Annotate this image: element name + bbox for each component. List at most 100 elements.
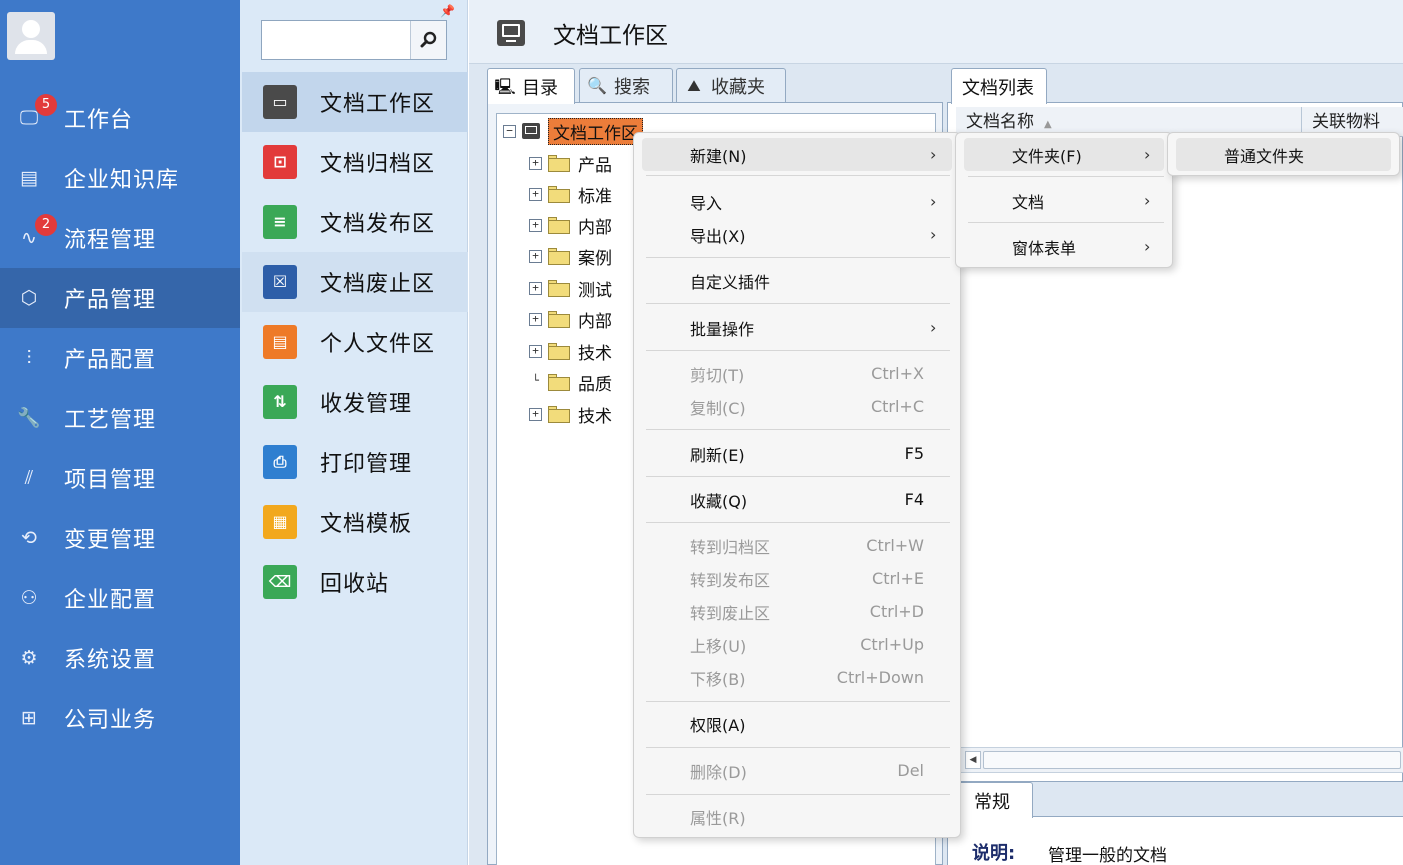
menu-item-label: 刷新(E) — [690, 445, 745, 465]
search-input[interactable] — [262, 21, 410, 59]
folder-icon — [548, 279, 570, 297]
grid-icon: ⊞ — [21, 706, 37, 729]
expand-icon[interactable]: + — [529, 281, 542, 295]
tree-node-label: 技术 — [578, 406, 612, 427]
monitor-icon — [497, 20, 525, 46]
nav-item-product[interactable]: ⬡ 产品管理 — [0, 268, 240, 328]
avatar[interactable] — [7, 12, 55, 60]
nav-item-project[interactable]: ⫽ 项目管理 — [0, 448, 240, 508]
menu-item-batch[interactable]: 批量操作 › — [642, 311, 952, 344]
page-header: 文档工作区 — [469, 0, 1403, 64]
subnav-item-template[interactable]: ▦ 文档模板 — [242, 492, 468, 552]
menu-separator — [646, 429, 950, 430]
tree-node[interactable]: + 技术 — [529, 400, 612, 428]
menu-item-label: 删除(D) — [690, 762, 747, 782]
nav-item-enterprise-config[interactable]: ⚇ 企业配置 — [0, 568, 240, 628]
menu-item-to-abolish[interactable]: 转到废止区 Ctrl+D — [642, 595, 952, 628]
tree-node[interactable]: + 内部 — [529, 211, 612, 239]
folder-icon — [548, 185, 570, 203]
favorites-icon: ⛰ — [687, 75, 701, 95]
menu-item-new-document[interactable]: 文档 › — [964, 184, 1164, 217]
tree-node[interactable]: + 技术 — [529, 337, 612, 365]
subnav-item-publish[interactable]: ≡ 文档发布区 — [242, 192, 468, 252]
tab-document-list[interactable]: 文档列表 — [951, 68, 1047, 104]
menu-item-new[interactable]: 新建(N) › — [642, 138, 952, 171]
tree-node-label: 技术 — [578, 343, 612, 364]
menu-item-refresh[interactable]: 刷新(E) F5 — [642, 437, 952, 470]
nav-item-process-tech[interactable]: 🔧 工艺管理 — [0, 388, 240, 448]
expand-icon[interactable]: + — [529, 187, 542, 201]
subnav-item-abolish[interactable]: ☒ 文档废止区 — [242, 252, 468, 312]
menu-item-shortcut: F5 — [904, 444, 924, 463]
subnav-item-personal[interactable]: ▤ 个人文件区 — [242, 312, 468, 372]
menu-item-import[interactable]: 导入 › — [642, 185, 952, 218]
tab-directory[interactable]: 🖳 目录 — [487, 68, 575, 104]
avatar-body — [15, 40, 47, 54]
chevron-right-icon: › — [930, 225, 937, 244]
nav-item-company-business[interactable]: ⊞ 公司业务 — [0, 688, 240, 748]
menu-item-to-archive[interactable]: 转到归档区 Ctrl+W — [642, 529, 952, 562]
tree-node[interactable]: + 内部 — [529, 305, 612, 333]
subnav-item-send-receive[interactable]: ⇅ 收发管理 — [242, 372, 468, 432]
menu-item-delete[interactable]: 删除(D) Del — [642, 754, 952, 787]
search-button[interactable] — [410, 21, 446, 59]
menu-item-copy[interactable]: 复制(C) Ctrl+C — [642, 390, 952, 423]
monitor-screen — [502, 24, 520, 37]
horizontal-scrollbar[interactable]: ◀ — [956, 747, 1403, 773]
folder-icon — [548, 373, 570, 391]
tree-node[interactable]: + 产品 — [529, 149, 612, 177]
expand-icon[interactable]: + — [529, 312, 542, 326]
sliders-icon: ⫶ — [26, 346, 32, 369]
expand-icon[interactable]: + — [529, 218, 542, 232]
menu-item-normal-folder[interactable]: 普通文件夹 — [1176, 138, 1391, 171]
menu-item-shortcut: Del — [897, 761, 924, 780]
nav-item-label: 企业配置 — [64, 588, 157, 613]
menu-item-export[interactable]: 导出(X) › — [642, 218, 952, 251]
subnav-item-recycle-bin[interactable]: ⌫ 回收站 — [242, 552, 468, 612]
expand-icon[interactable]: + — [529, 156, 542, 170]
menu-item-new-folder[interactable]: 文件夹(F) › — [964, 138, 1164, 171]
subnav-item-label: 文档模板 — [320, 512, 413, 537]
pin-icon[interactable]: 📌 — [440, 4, 455, 18]
subnav-item-workspace[interactable]: ▭ 文档工作区 — [242, 72, 468, 132]
menu-item-to-publish[interactable]: 转到发布区 Ctrl+E — [642, 562, 952, 595]
subnav-item-label: 收发管理 — [320, 392, 413, 417]
computer-icon: 🖳 — [494, 76, 516, 96]
menu-item-permissions[interactable]: 权限(A) — [642, 707, 952, 740]
menu-item-cut[interactable]: 剪切(T) Ctrl+X — [642, 357, 952, 390]
nav-item-knowledge-base[interactable]: ▤ 企业知识库 — [0, 148, 240, 208]
tree-node[interactable]: └ 品质 — [529, 368, 612, 396]
menu-item-favorite[interactable]: 收藏(Q) F4 — [642, 483, 952, 516]
tree-root[interactable]: − 文档工作区 — [503, 117, 643, 145]
subnav-item-print[interactable]: ⎙ 打印管理 — [242, 432, 468, 492]
menu-item-new-form[interactable]: 窗体表单 › — [964, 230, 1164, 263]
subnav-item-label: 个人文件区 — [320, 332, 436, 357]
menu-item-label: 窗体表单 — [1012, 238, 1077, 258]
tree-node[interactable]: + 标准 — [529, 180, 612, 208]
expand-icon[interactable]: + — [529, 249, 542, 263]
menu-item-move-up[interactable]: 上移(U) Ctrl+Up — [642, 628, 952, 661]
tree-node[interactable]: + 测试 — [529, 274, 612, 302]
nav-item-change[interactable]: ⟲ 变更管理 — [0, 508, 240, 568]
nav-item-system-settings[interactable]: ⚙ 系统设置 — [0, 628, 240, 688]
scroll-left-icon[interactable]: ◀ — [965, 751, 981, 769]
menu-item-shortcut: Ctrl+C — [870, 397, 924, 416]
tree-node[interactable]: + 案例 — [529, 242, 612, 270]
nav-item-workbench[interactable]: 🖵 5 工作台 — [0, 88, 240, 148]
tree-node-label: 测试 — [578, 280, 612, 301]
scrollbar-thumb[interactable] — [983, 751, 1401, 769]
subnav-item-archive[interactable]: ⊡ 文档归档区 — [242, 132, 468, 192]
tab-search[interactable]: 🔍 搜索 — [579, 68, 673, 102]
expand-icon[interactable]: + — [529, 344, 542, 358]
expand-icon[interactable]: + — [529, 407, 542, 421]
tab-favorites[interactable]: ⛰ 收藏夹 — [676, 68, 786, 102]
menu-item-properties[interactable]: 属性(R) — [642, 800, 952, 833]
nav-item-product-config[interactable]: ⫶ 产品配置 — [0, 328, 240, 388]
nav-item-process[interactable]: ∿ 2 流程管理 — [0, 208, 240, 268]
subnav-item-label: 文档废止区 — [320, 272, 436, 297]
menu-item-custom-plugin[interactable]: 自定义插件 — [642, 264, 952, 297]
archive-icon: ⊡ — [263, 145, 297, 179]
menu-item-move-down[interactable]: 下移(B) Ctrl+Down — [642, 661, 952, 694]
collapse-icon[interactable]: − — [503, 124, 516, 138]
monitor-icon — [522, 123, 540, 139]
